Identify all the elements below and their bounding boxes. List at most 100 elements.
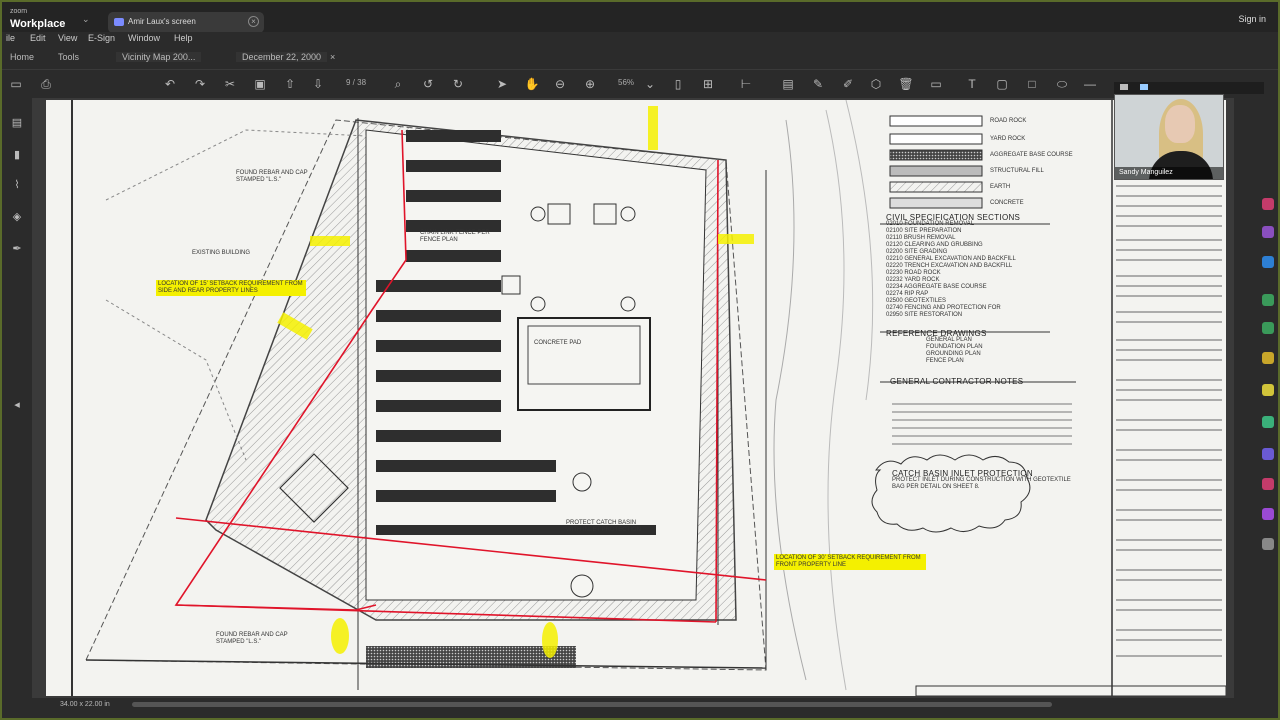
civil-spec-item: 02950 SITE RESTORATION — [886, 312, 963, 318]
zoom-screen-share-window: zoom Workplace ⌄ Amir Laux's screen × Si… — [2, 2, 1278, 718]
zoom-out-icon[interactable]: ⊖ — [552, 76, 568, 92]
sign-in-button[interactable]: Sign in — [1238, 14, 1266, 24]
organize-pages-icon[interactable] — [1262, 322, 1274, 334]
close-icon[interactable]: × — [330, 52, 335, 62]
civil-spec-item: 02220 TRENCH EXCAVATION AND BACKFILL — [886, 263, 1013, 269]
prev-page-icon[interactable]: ⇧ — [282, 76, 298, 92]
protect-icon[interactable] — [1262, 448, 1274, 460]
document-viewport[interactable]: LOCATION OF 15' SETBACK REQUIREMENT FROM… — [32, 98, 1234, 698]
participant-video[interactable]: Sandy Manguilez — [1114, 94, 1224, 180]
scan-ocr-icon[interactable] — [1262, 416, 1274, 428]
fit-page-icon[interactable]: ▯ — [670, 76, 686, 92]
zoom-logo-small: zoom — [10, 8, 28, 15]
civil-spec-item: 02110 BRUSH REMOVAL — [886, 235, 956, 241]
civil-spec-section: CIVIL SPECIFICATION SECTIONS 02010 FOUND… — [886, 214, 1020, 319]
tab-document-december[interactable]: December 22, 2000 — [236, 52, 328, 62]
more-tools-icon[interactable] — [1262, 538, 1274, 550]
rotate-left-icon[interactable]: ↺ — [420, 76, 436, 92]
page-indicator[interactable]: 9 / 38 — [346, 78, 366, 87]
horizontal-scrollbar[interactable] — [132, 702, 1052, 707]
catch-basin-section: CATCH BASIN INLET PROTECTION PROTECT INL… — [892, 470, 1072, 491]
print-icon[interactable]: ⎙ — [38, 76, 54, 92]
tab-document-vicinity-map[interactable]: Vicinity Map 200... — [116, 52, 202, 62]
create-pdf-icon[interactable] — [1262, 256, 1274, 268]
site-plan-drawing — [71, 100, 1226, 696]
menu-help[interactable]: Help — [174, 33, 193, 43]
acrobat-toolbar: ▭ ⎙ ↶ ↷ ✂ ▣ ⇧ ⇩ 9 / 38 ⌕ ↺ ↻ ➤ ✋ ⊖ ⊕ 56%… — [2, 70, 1278, 98]
setback-front-label[interactable]: LOCATION OF 30' SETBACK REQUIREMENT FROM… — [774, 554, 926, 570]
pen-icon[interactable]: ✎ — [810, 76, 826, 92]
camera-icon[interactable]: ▣ — [252, 76, 268, 92]
redact-icon[interactable] — [1262, 478, 1274, 490]
reference-drawing-item: GENERAL PLAN — [926, 337, 972, 343]
rotate-right-icon[interactable]: ↻ — [450, 76, 466, 92]
civil-spec-item: 02274 RIP RAP — [886, 291, 929, 297]
comment-icon[interactable]: ▤ — [780, 76, 796, 92]
fill-sign-icon[interactable] — [1262, 508, 1274, 520]
zoom-logo: zoom Workplace — [10, 8, 65, 31]
collapse-panel-icon[interactable]: ◂ — [10, 398, 24, 412]
scissors-icon[interactable]: ✂ — [222, 76, 238, 92]
edit-pdf-icon[interactable] — [1262, 198, 1274, 210]
acrobat-menu-bar: ile Edit View E-Sign Window Help — [2, 32, 1278, 46]
chain-link-fence-note: CHAIN LINK FENCE PER FENCE PLAN — [420, 230, 490, 243]
next-page-icon[interactable]: ⇩ — [310, 76, 326, 92]
menu-edit[interactable]: Edit — [30, 33, 46, 43]
legend-aggregate: AGGREGATE BASE COURSE — [990, 152, 1073, 158]
chevron-down-icon[interactable]: ⌄ — [642, 76, 658, 92]
video-view-icon[interactable] — [1140, 84, 1148, 90]
acrobat-tab-row: Home Tools Vicinity Map 200... December … — [2, 46, 1278, 109]
attach-icon[interactable]: ▭ — [928, 76, 944, 92]
text-tool-icon[interactable]: T — [964, 76, 980, 92]
textbox-icon[interactable]: ▢ — [994, 76, 1010, 92]
legend-yard-rock: YARD ROCK — [990, 136, 1026, 142]
attachment-icon[interactable]: ⌇ — [10, 178, 24, 192]
civil-spec-item: 02500 GEOTEXTILES — [886, 298, 947, 304]
highlight-icon[interactable]: ✐ — [840, 76, 856, 92]
right-tools-rail — [1234, 98, 1278, 698]
shared-screen-tab[interactable]: Amir Laux's screen × — [108, 12, 264, 33]
combine-files-icon[interactable] — [1262, 294, 1274, 306]
measure-icon[interactable]: ⊢ — [738, 76, 754, 92]
zoom-in-icon[interactable]: ⊕ — [582, 76, 598, 92]
search-icon[interactable]: ⌕ — [390, 76, 406, 92]
layers-icon[interactable]: ◈ — [10, 210, 24, 224]
line-icon[interactable]: — — [1082, 76, 1098, 92]
civil-spec-item: 02230 ROAD ROCK — [886, 270, 941, 276]
menu-view[interactable]: View — [58, 33, 77, 43]
menu-esign[interactable]: E-Sign — [88, 33, 115, 43]
stamp-icon[interactable]: ⬡ — [868, 76, 884, 92]
catch-basin-note: PROTECT INLET DURING CONSTRUCTION WITH G… — [892, 477, 1071, 490]
signature-icon[interactable]: ✒ — [10, 242, 24, 256]
menu-window[interactable]: Window — [128, 33, 160, 43]
legend-concrete: CONCRETE — [990, 200, 1024, 206]
participant-name: Sandy Manguilez — [1115, 167, 1223, 179]
bookmark-icon[interactable]: ▮ — [10, 148, 24, 162]
hand-icon[interactable]: ✋ — [524, 76, 540, 92]
page-size-readout: 34.00 x 22.00 in — [60, 701, 110, 708]
delete-icon[interactable]: 🗑 — [898, 76, 914, 92]
tab-tools[interactable]: Tools — [58, 52, 79, 62]
menu-file[interactable]: ile — [6, 33, 15, 43]
stamp-tool-icon[interactable] — [1262, 384, 1274, 396]
export-pdf-icon[interactable] — [1262, 226, 1274, 238]
pages-icon[interactable]: ▤ — [10, 116, 24, 130]
select-cursor-icon[interactable]: ➤ — [494, 76, 510, 92]
comment-tool-icon[interactable] — [1262, 352, 1274, 364]
close-icon[interactable]: × — [248, 16, 259, 27]
catch-basin-title: CATCH BASIN INLET PROTECTION — [892, 469, 1034, 478]
redo-icon[interactable]: ↷ — [192, 76, 208, 92]
civil-spec-item: 02232 YARD ROCK — [886, 277, 940, 283]
chevron-down-icon[interactable]: ⌄ — [82, 14, 90, 25]
setback-side-label[interactable]: LOCATION OF 15' SETBACK REQUIREMENT FROM… — [156, 280, 306, 296]
zoom-level[interactable]: 56% — [618, 78, 634, 87]
page-display-icon[interactable]: ⊞ — [700, 76, 716, 92]
save-icon[interactable]: ▭ — [8, 76, 24, 92]
reference-drawing-item: FOUNDATION PLAN — [926, 344, 983, 350]
shape-icon[interactable]: ⬭ — [1054, 76, 1070, 92]
rectangle-icon[interactable]: □ — [1024, 76, 1040, 92]
undo-icon[interactable]: ↶ — [162, 76, 178, 92]
minimize-video-icon[interactable] — [1120, 84, 1128, 90]
reference-drawings-title: REFERENCE DRAWINGS — [886, 329, 987, 338]
tab-home[interactable]: Home — [10, 52, 34, 62]
